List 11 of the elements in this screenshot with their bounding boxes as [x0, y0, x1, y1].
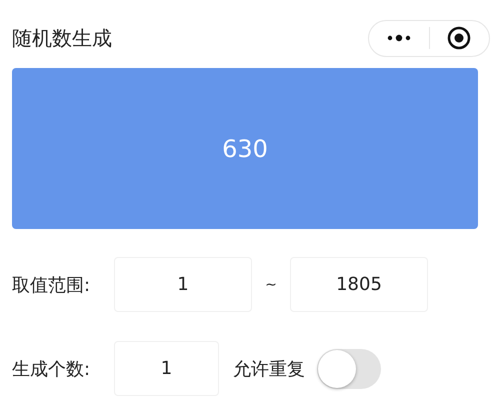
count-label: 生成个数:: [12, 358, 92, 380]
range-label: 取值范围:: [12, 274, 92, 296]
result-number: 630: [222, 134, 268, 162]
more-icon[interactable]: [386, 34, 411, 42]
range-separator: ~: [264, 276, 278, 292]
repeat-switch[interactable]: [317, 348, 381, 388]
count-field[interactable]: 1: [114, 341, 219, 396]
min-field[interactable]: 1: [114, 257, 252, 312]
max-field[interactable]: 1805: [290, 257, 428, 312]
page-title: 随机数生成: [12, 24, 112, 52]
repeat-label: 允许重复: [233, 358, 305, 380]
